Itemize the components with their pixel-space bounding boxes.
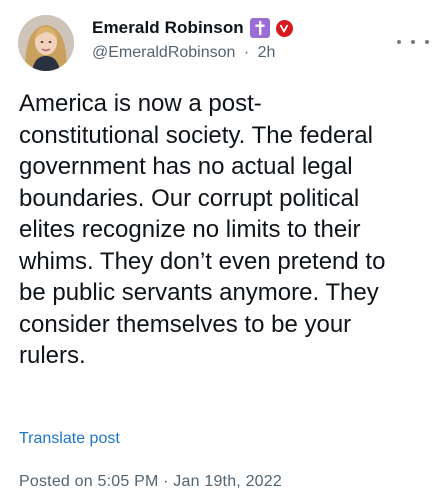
avatar[interactable] — [18, 15, 74, 71]
translate-post-link[interactable]: Translate post — [19, 430, 120, 448]
post-text-line: be public servants anymore. They — [19, 279, 379, 306]
author-display-name[interactable]: Emerald Robinson — [92, 18, 244, 38]
cross-icon — [249, 18, 270, 38]
post-text-line: America is now a post- — [19, 90, 262, 117]
posted-timestamp[interactable]: Posted on 5:05 PM · Jan 19th, 2022 — [19, 473, 282, 491]
post-text-line: whims. They don’t even pretend to — [19, 247, 386, 275]
post-text-line: consider themselves to be your — [19, 310, 352, 338]
post-text-line: elites recognize no limits to their — [19, 216, 361, 243]
post-text: America is now a post- constitutional so… — [19, 88, 429, 372]
post-text-line: boundaries. Our corrupt political — [19, 184, 360, 212]
meta-separator: · — [243, 44, 250, 61]
author-name-row: Emerald Robinson — [92, 18, 293, 38]
more-icon-dot — [411, 40, 415, 44]
more-options-button[interactable] — [397, 30, 429, 54]
more-icon-dot — [397, 40, 401, 44]
post-time-ago[interactable]: 2h — [258, 44, 276, 61]
post-text-line: constitutional society. The federal — [19, 121, 373, 149]
more-icon-dot — [425, 40, 429, 44]
post-text-line: government has no actual legal — [19, 153, 353, 180]
author-handle-row: @EmeraldRobinson · 2h — [92, 44, 275, 62]
verified-v-icon — [275, 19, 293, 37]
author-handle[interactable]: @EmeraldRobinson — [92, 44, 235, 61]
post-text-line: rulers. — [19, 342, 86, 369]
avatar-photo — [18, 15, 74, 71]
